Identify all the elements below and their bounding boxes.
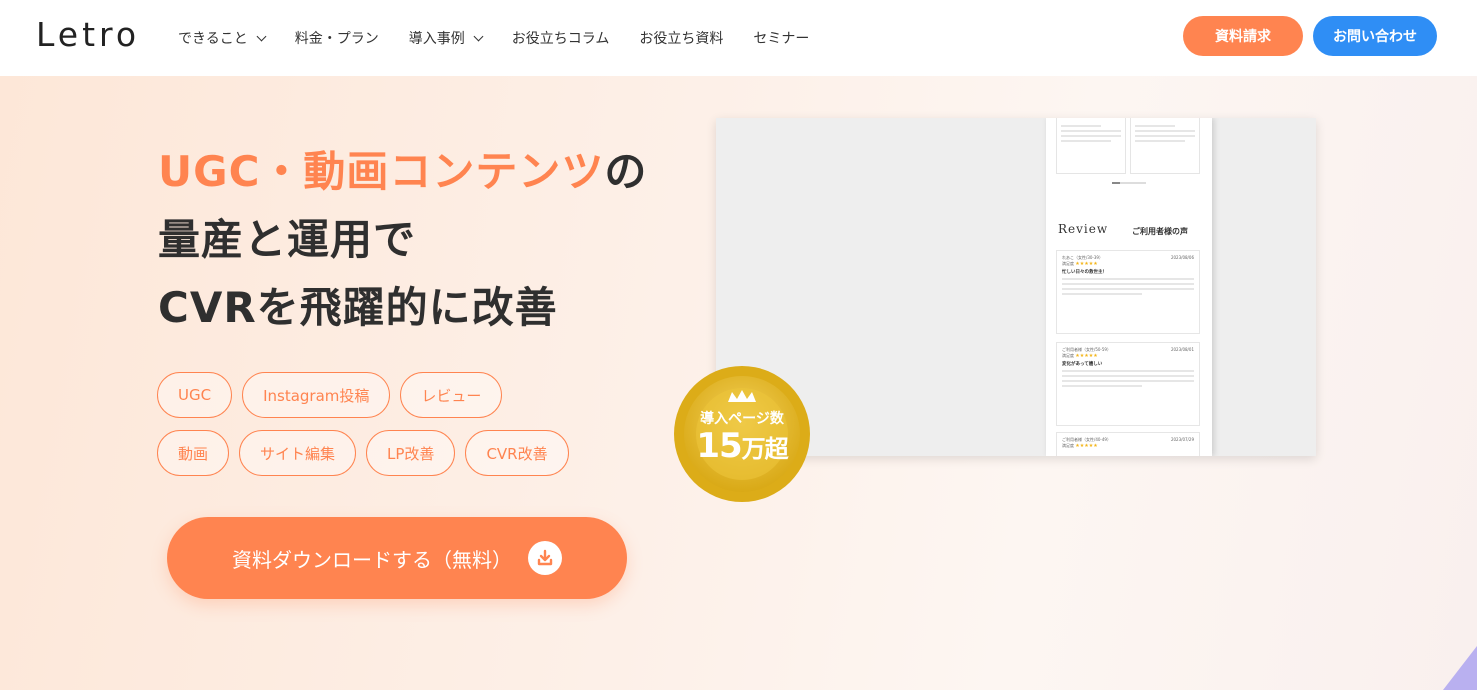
nav-item-seminar[interactable]: セミナー (753, 28, 809, 48)
badge-number: 15万超 (672, 426, 812, 466)
review-heading: 変化があって嬉しい (1062, 362, 1103, 367)
review-heading: 忙しい日々の救世主！ (1062, 270, 1107, 275)
nav-item-column[interactable]: お役立ちコラム (512, 28, 610, 48)
chevron-down-icon (473, 31, 484, 41)
tag-video: 動画 (157, 430, 230, 476)
nav-item-pricing[interactable]: 料金・プラン (295, 28, 379, 48)
achievement-badge: 導入ページ数 15万超 (672, 364, 812, 504)
contact-button[interactable]: お問い合わせ (1313, 16, 1437, 56)
badge-label: 導入ページ数 (700, 411, 784, 427)
tag-review: レビュー (400, 372, 503, 418)
nav-label: 料金・プラン (294, 31, 379, 47)
letro-logo[interactable]: Letro (36, 15, 140, 54)
nav-label: セミナー (753, 31, 810, 47)
hero-headline: UGC・動画コンテンツの 量産と運用で CVRを飛躍的に改善 (158, 138, 647, 342)
download-icon (528, 541, 562, 575)
nav-item-cases[interactable]: 導入事例 (408, 28, 484, 48)
tag-lp: LP改善 (366, 430, 456, 476)
tag-ugc: UGC (157, 372, 233, 418)
tag-row: UGC Instagram投稿 レビュー (157, 372, 617, 418)
nav-label: できること (178, 31, 248, 47)
review-label: 満足度 (1062, 261, 1074, 266)
phone-screen: Review ご利用者様の声 れあこ（女性/30-39） 2023/08/06 満… (1046, 118, 1212, 456)
site-header: Letro できること 料金・プラン 導入事例 お役立ちコラム お役立ち資料 セ… (0, 0, 1477, 76)
nav-item-features[interactable]: できること (178, 28, 267, 48)
chevron-down-icon (256, 31, 267, 41)
tag-cvr: CVR改善 (465, 430, 569, 476)
review-date: 2023/07/29 (1170, 437, 1194, 442)
review-subtitle: ご利用者様の声 (1132, 227, 1188, 236)
star-rating: ★★★★★ (1075, 443, 1098, 449)
decorative-corner (1443, 646, 1477, 690)
nav-label: お役立ち資料 (639, 31, 724, 47)
headline-accent: UGC・動画コンテンツ (158, 147, 605, 196)
headline-line2: 量産と運用で (158, 215, 417, 264)
review-date: 2023/08/06 (1170, 255, 1194, 260)
tag-site-edit: サイト編集 (239, 430, 357, 476)
headline-line1-rest: の (604, 147, 648, 196)
review-card: ご利用者様（女性/50-59） 2023/08/01 満足度 ★★★★★ 変化があ… (1056, 342, 1200, 426)
nav-item-documents[interactable]: お役立ち資料 (639, 28, 723, 48)
nav-label: 導入事例 (408, 31, 465, 47)
feature-tags: UGC Instagram投稿 レビュー 動画 サイト編集 LP改善 CVR改善 (157, 372, 617, 488)
carousel-dots (1112, 182, 1146, 184)
review-card: ご利用者様（女性/40-49） 2023/07/29 満足度 ★★★★★ (1056, 432, 1200, 456)
badge-number-value: 15 (696, 426, 742, 466)
nav-label: お役立ちコラム (511, 31, 610, 47)
headline-line3: CVRを飛躍的に改善 (158, 283, 558, 332)
ugc-card (1056, 118, 1126, 174)
review-label: 満足度 (1062, 353, 1074, 358)
download-docs-button[interactable]: 資料ダウンロードする（無料） (167, 517, 627, 599)
review-card: れあこ（女性/30-39） 2023/08/06 満足度 ★★★★★ 忙しい日々の… (1056, 250, 1200, 334)
review-date: 2023/08/01 (1170, 347, 1194, 352)
request-docs-button[interactable]: 資料請求 (1183, 16, 1303, 56)
review-title: Review (1058, 222, 1109, 236)
cta-label: 資料ダウンロードする（無料） (232, 549, 512, 572)
main-nav: できること 料金・プラン 導入事例 お役立ちコラム お役立ち資料 セミナー (178, 0, 839, 76)
tag-instagram: Instagram投稿 (242, 372, 391, 418)
badge-suffix: 万超 (741, 435, 789, 463)
star-rating: ★★★★★ (1075, 353, 1098, 359)
review-label: 満足度 (1062, 443, 1074, 448)
tag-row: 動画 サイト編集 LP改善 CVR改善 (157, 430, 617, 476)
ugc-card (1130, 118, 1200, 174)
star-rating: ★★★★★ (1075, 261, 1098, 267)
